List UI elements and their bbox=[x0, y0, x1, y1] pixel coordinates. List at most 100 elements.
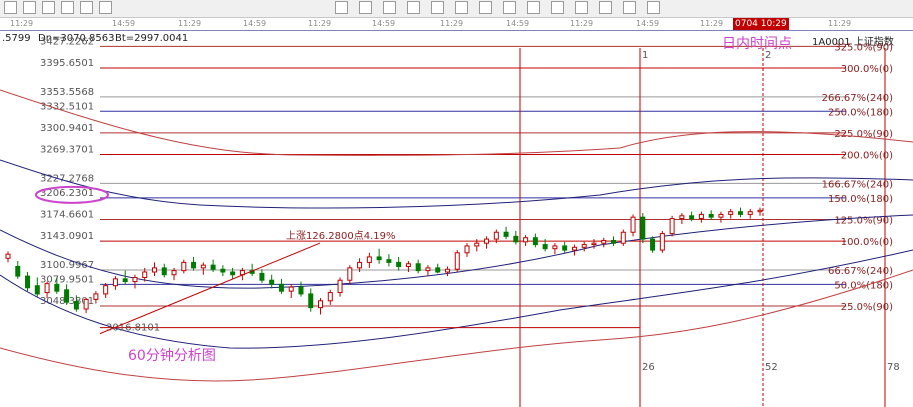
candle-body bbox=[737, 211, 743, 215]
time-tick-label: 11:29 bbox=[10, 19, 34, 28]
cross-icon[interactable] bbox=[455, 1, 468, 14]
candle-body bbox=[503, 231, 509, 237]
bar-icon[interactable] bbox=[503, 1, 516, 14]
candle-body bbox=[405, 263, 411, 268]
candle-body bbox=[112, 278, 118, 287]
price-level-label: 3174.6601 bbox=[40, 209, 94, 220]
candle-body bbox=[542, 244, 548, 250]
level-percent-label: 325.0%(90) bbox=[834, 42, 893, 53]
arrow-icon[interactable] bbox=[80, 1, 93, 14]
mark-icon[interactable] bbox=[647, 1, 660, 14]
angle-icon[interactable] bbox=[575, 1, 588, 14]
candle-body bbox=[669, 218, 675, 235]
candle-body bbox=[34, 285, 40, 295]
price-level-label: 3353.5568 bbox=[40, 87, 94, 98]
candle-body bbox=[698, 213, 704, 220]
candle-body bbox=[601, 239, 607, 244]
candle-body bbox=[415, 263, 421, 272]
candle-body bbox=[523, 237, 529, 243]
upper-band-line bbox=[0, 159, 913, 209]
candle-body bbox=[689, 215, 695, 220]
grid-icon[interactable] bbox=[61, 1, 74, 14]
hand-icon[interactable] bbox=[623, 1, 636, 14]
candle-body bbox=[444, 268, 450, 273]
candle-body bbox=[454, 252, 460, 270]
candle-body bbox=[591, 242, 597, 246]
candle-body bbox=[386, 259, 392, 263]
candle-body bbox=[376, 256, 382, 261]
level-percent-label: 225.0%(90) bbox=[834, 129, 893, 140]
circle-icon[interactable] bbox=[383, 1, 396, 14]
price-level-label: 3269.3701 bbox=[40, 145, 94, 156]
candle-body bbox=[650, 238, 656, 251]
price-level-label: 3143.0901 bbox=[40, 231, 94, 242]
candle-body bbox=[474, 242, 480, 247]
time-tick-label: 14:59 bbox=[506, 19, 530, 28]
candle-body bbox=[718, 213, 724, 218]
percent-icon[interactable] bbox=[407, 1, 420, 14]
zoom-icon[interactable] bbox=[99, 1, 112, 14]
pen-icon[interactable] bbox=[42, 1, 55, 14]
candle-body bbox=[288, 286, 294, 292]
candle-body bbox=[73, 300, 79, 310]
candle-body bbox=[513, 235, 519, 243]
candle-body bbox=[347, 267, 353, 281]
line-icon[interactable] bbox=[23, 1, 36, 14]
candle-body bbox=[278, 283, 284, 292]
candle-body bbox=[122, 278, 128, 283]
candle-body bbox=[5, 253, 11, 259]
candle-body bbox=[191, 261, 197, 269]
candle-body bbox=[611, 239, 617, 244]
wave-icon[interactable] bbox=[527, 1, 540, 14]
candle-body bbox=[620, 231, 626, 244]
cycle-top-label: 1 bbox=[642, 50, 648, 61]
time-tick-label: 14:59 bbox=[636, 19, 660, 28]
candle-body bbox=[679, 215, 685, 220]
cursor-icon[interactable] bbox=[4, 1, 17, 14]
candle-body bbox=[151, 267, 157, 273]
candle-body bbox=[259, 272, 265, 281]
candle-body bbox=[464, 245, 470, 254]
candle-body bbox=[181, 261, 187, 272]
time-tick-label: 11:29 bbox=[178, 19, 202, 28]
outer-upper-curve bbox=[0, 89, 913, 156]
candle-body bbox=[15, 266, 21, 277]
candle-body bbox=[366, 256, 372, 263]
fib-icon[interactable] bbox=[335, 1, 348, 14]
candle-body bbox=[425, 267, 431, 272]
drawing-toolbar bbox=[0, 0, 913, 18]
candle-body bbox=[357, 261, 363, 269]
candle-body bbox=[210, 264, 216, 270]
candle-body bbox=[93, 293, 99, 300]
candle-body bbox=[484, 238, 490, 244]
candle-body bbox=[220, 268, 226, 273]
trend-icon[interactable] bbox=[431, 1, 444, 14]
current-time-badge: 0704 10:29 bbox=[733, 18, 789, 30]
candle-body bbox=[161, 267, 167, 276]
candle-body bbox=[728, 211, 734, 215]
time-tick-label: 11:29 bbox=[700, 19, 724, 28]
time-tick-label: 11:29 bbox=[570, 19, 594, 28]
intraday-time-annotation: 日内时间点 bbox=[722, 36, 792, 52]
time-tick-label: 11:29 bbox=[440, 19, 464, 28]
price-level-label: 3395.6501 bbox=[40, 58, 94, 69]
candle-body bbox=[83, 298, 89, 310]
candle-body bbox=[708, 213, 714, 218]
candle-body bbox=[132, 276, 138, 283]
time-tick-label: 14:59 bbox=[112, 19, 136, 28]
candle-body bbox=[200, 264, 206, 269]
box-icon[interactable] bbox=[551, 1, 564, 14]
candle-body bbox=[532, 237, 538, 246]
candle-body bbox=[25, 275, 31, 289]
candle-body bbox=[571, 246, 577, 251]
candle-body bbox=[659, 233, 665, 251]
rise-annotation: 上涨126.2800点4.19% bbox=[286, 230, 395, 242]
text-icon[interactable] bbox=[359, 1, 372, 14]
candle-body bbox=[298, 286, 304, 295]
time-tick-label: 14:59 bbox=[243, 19, 267, 28]
level-percent-label: 66.67%(240) bbox=[828, 266, 893, 277]
candle-body bbox=[142, 271, 148, 278]
channel-icon[interactable] bbox=[599, 1, 612, 14]
candle-body bbox=[269, 279, 275, 285]
gold-icon[interactable] bbox=[479, 1, 492, 14]
